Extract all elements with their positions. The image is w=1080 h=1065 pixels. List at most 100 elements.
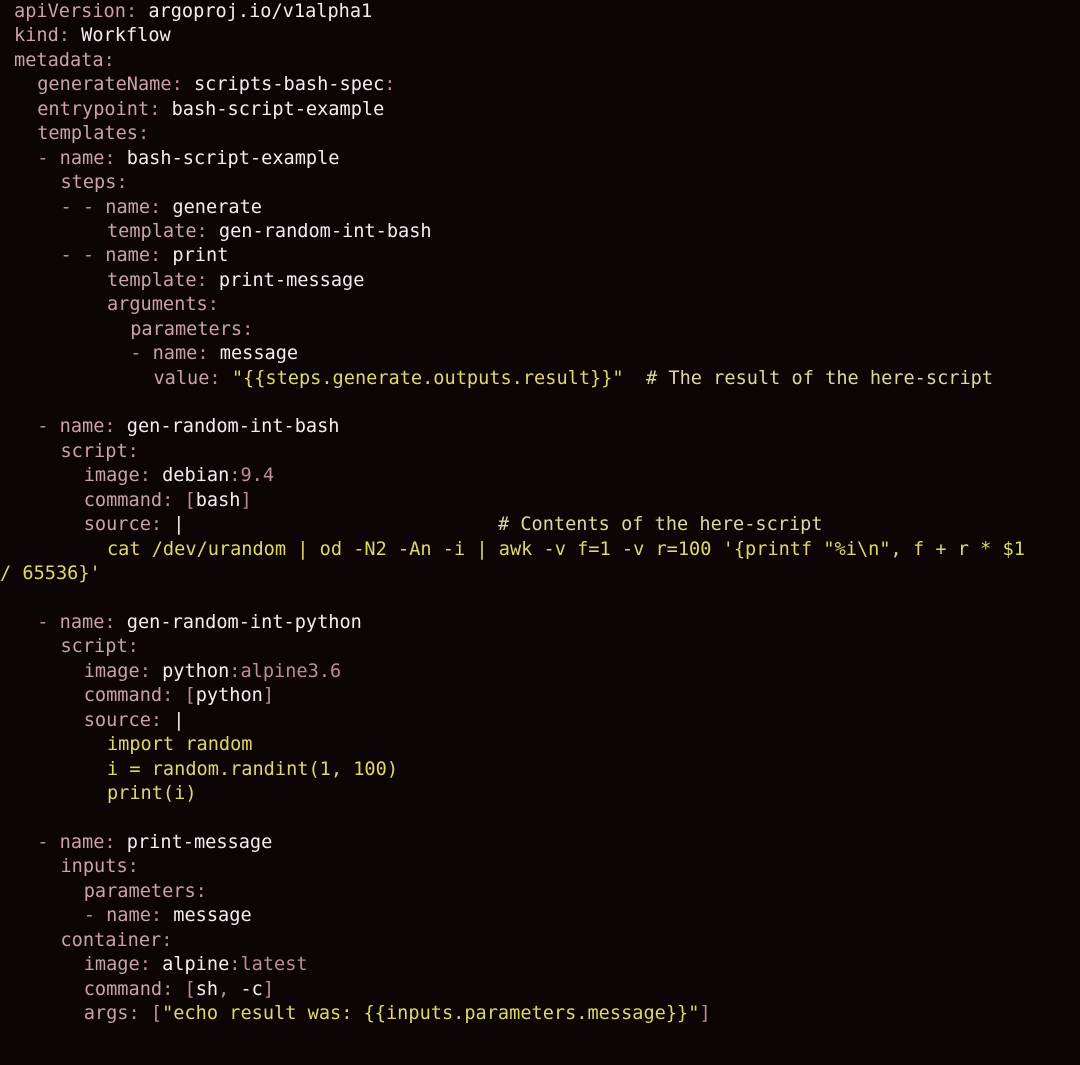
code-token-v: bash-script-example xyxy=(171,98,385,120)
code-token-v: gen-random-int-bash xyxy=(126,416,340,438)
code-token-p: , xyxy=(218,978,241,1000)
code-line: value: "{{steps.generate.outputs.result}… xyxy=(0,367,1080,391)
code-token-v: sh xyxy=(195,978,219,1000)
code-token-p: : xyxy=(196,269,219,291)
code-line: steps: xyxy=(0,171,1080,195)
code-line: - name: message xyxy=(0,904,1080,928)
code-token-v: print xyxy=(172,245,229,267)
code-line: - - name: generate xyxy=(0,196,1080,220)
code-line: container: xyxy=(0,929,1080,953)
code-token-p: :latest xyxy=(229,954,308,976)
code-line: - name: gen-random-int-python xyxy=(0,611,1080,635)
code-line: image: python:alpine3.6 xyxy=(0,660,1080,684)
code-token-s: "echo result was: {{inputs.parameters.me… xyxy=(162,1002,700,1024)
code-token-p: : xyxy=(171,74,194,96)
code-token-k: image xyxy=(83,465,140,487)
code-token-k: image xyxy=(83,660,140,682)
code-token-p: : xyxy=(116,172,128,194)
code-line: / 65536}' xyxy=(0,562,1080,586)
code-token-p: : xyxy=(196,220,219,242)
code-token-p: : xyxy=(150,245,173,267)
code-token-p: : xyxy=(139,660,163,682)
code-token-p: - xyxy=(37,611,60,633)
code-line: cat /dev/urandom | od -N2 -An -i | awk -… xyxy=(0,538,1080,562)
code-line: template: gen-random-int-bash xyxy=(0,220,1080,244)
code-token-k: template xyxy=(106,269,197,291)
code-token-v: message xyxy=(219,343,299,365)
code-token-p: : xyxy=(104,416,127,438)
code-line: templates: xyxy=(0,122,1080,146)
code-line: source: | xyxy=(0,709,1080,733)
code-token-p: - xyxy=(37,147,60,169)
code-token-k: script xyxy=(60,440,128,462)
code-line: inputs: xyxy=(0,855,1080,879)
code-token-p: :9.4 xyxy=(229,465,275,487)
code-token-p: : xyxy=(104,831,127,853)
code-token-k: parameters xyxy=(83,880,196,902)
code-token-p: : xyxy=(242,318,254,340)
code-token-p: : xyxy=(104,611,127,633)
code-token-p: : xyxy=(195,880,207,902)
code-token-k: generateName xyxy=(37,74,172,96)
code-token-p: :alpine3.6 xyxy=(229,660,342,682)
code-line: entrypoint: bash-script-example xyxy=(0,98,1080,122)
code-token-c: # The result of the here-script xyxy=(646,367,994,389)
code-token-v: scripts-bash-spec xyxy=(193,74,385,96)
code-line: image: debian:9.4 xyxy=(0,464,1080,488)
code-token-v: generate xyxy=(172,196,262,218)
code-line: - name: gen-random-int-bash xyxy=(0,415,1080,439)
code-token-k: container xyxy=(60,929,162,951)
code-line: command: [python] xyxy=(0,684,1080,708)
code-token-k: templates xyxy=(37,123,138,145)
code-token-p: : xyxy=(150,709,174,731)
code-token-p: ] xyxy=(262,978,275,1000)
code-token-k: script xyxy=(60,636,128,658)
code-token-gap xyxy=(184,514,497,535)
code-token-k: args xyxy=(83,1002,129,1024)
code-line: parameters: xyxy=(0,880,1080,904)
code-token-p: : xyxy=(207,294,219,316)
code-token-v: alpine xyxy=(162,954,230,976)
code-token-k: inputs xyxy=(60,856,128,878)
code-token-k: source xyxy=(83,709,151,731)
code-token-k: command xyxy=(83,685,163,707)
code-token-v: python xyxy=(162,660,230,682)
code-line: template: print-message xyxy=(0,269,1080,293)
code-token-p: [ xyxy=(184,489,196,511)
code-token-p: : xyxy=(150,196,173,218)
code-token-p: : xyxy=(127,440,139,462)
code-token-k: name xyxy=(105,245,151,267)
code-token-s: import random xyxy=(106,734,253,756)
code-line: kind: Workflow xyxy=(0,24,1080,48)
code-token-k: name xyxy=(59,831,105,853)
code-token-v: argoproj.io/v1alpha1 xyxy=(148,1,373,22)
code-token-p: : xyxy=(162,685,185,707)
yaml-code-viewer[interactable]: apiVersion: argoproj.io/v1alpha1 kind: Wo… xyxy=(0,0,1080,1065)
code-token-k: apiVersion xyxy=(14,1,126,22)
code-token-v: gen-random-int-bash xyxy=(218,220,432,242)
code-token-p: : xyxy=(125,1,149,22)
code-token-k: parameters xyxy=(130,318,243,340)
code-token-p: [ xyxy=(150,1002,163,1024)
code-token-k: entrypoint xyxy=(37,98,150,120)
code-line: - name: message xyxy=(0,342,1080,366)
code-token-s: cat /dev/urandom | od -N2 -An -i | awk -… xyxy=(106,538,1025,560)
code-line: script: xyxy=(0,635,1080,659)
code-token-v: -c xyxy=(240,978,263,1000)
code-token-v: message xyxy=(173,905,252,927)
code-token-p: : xyxy=(162,978,185,1000)
code-token-v: debian xyxy=(162,465,230,487)
code-line: image: alpine:latest xyxy=(0,953,1080,977)
code-token-p: - xyxy=(130,343,153,365)
code-token-p: : xyxy=(103,49,115,71)
code-token-s: "{{steps.generate.outputs.result}}" xyxy=(231,367,624,389)
code-token-tag: | xyxy=(173,514,185,536)
code-token-p: [ xyxy=(184,685,196,707)
code-line: generateName: scripts-bash-spec: xyxy=(0,73,1080,97)
code-token-p: ] xyxy=(262,685,275,707)
code-line: metadata: xyxy=(0,49,1080,73)
code-line: source: | # Contents of the here-script xyxy=(0,513,1080,537)
code-token-k: arguments xyxy=(106,294,208,316)
